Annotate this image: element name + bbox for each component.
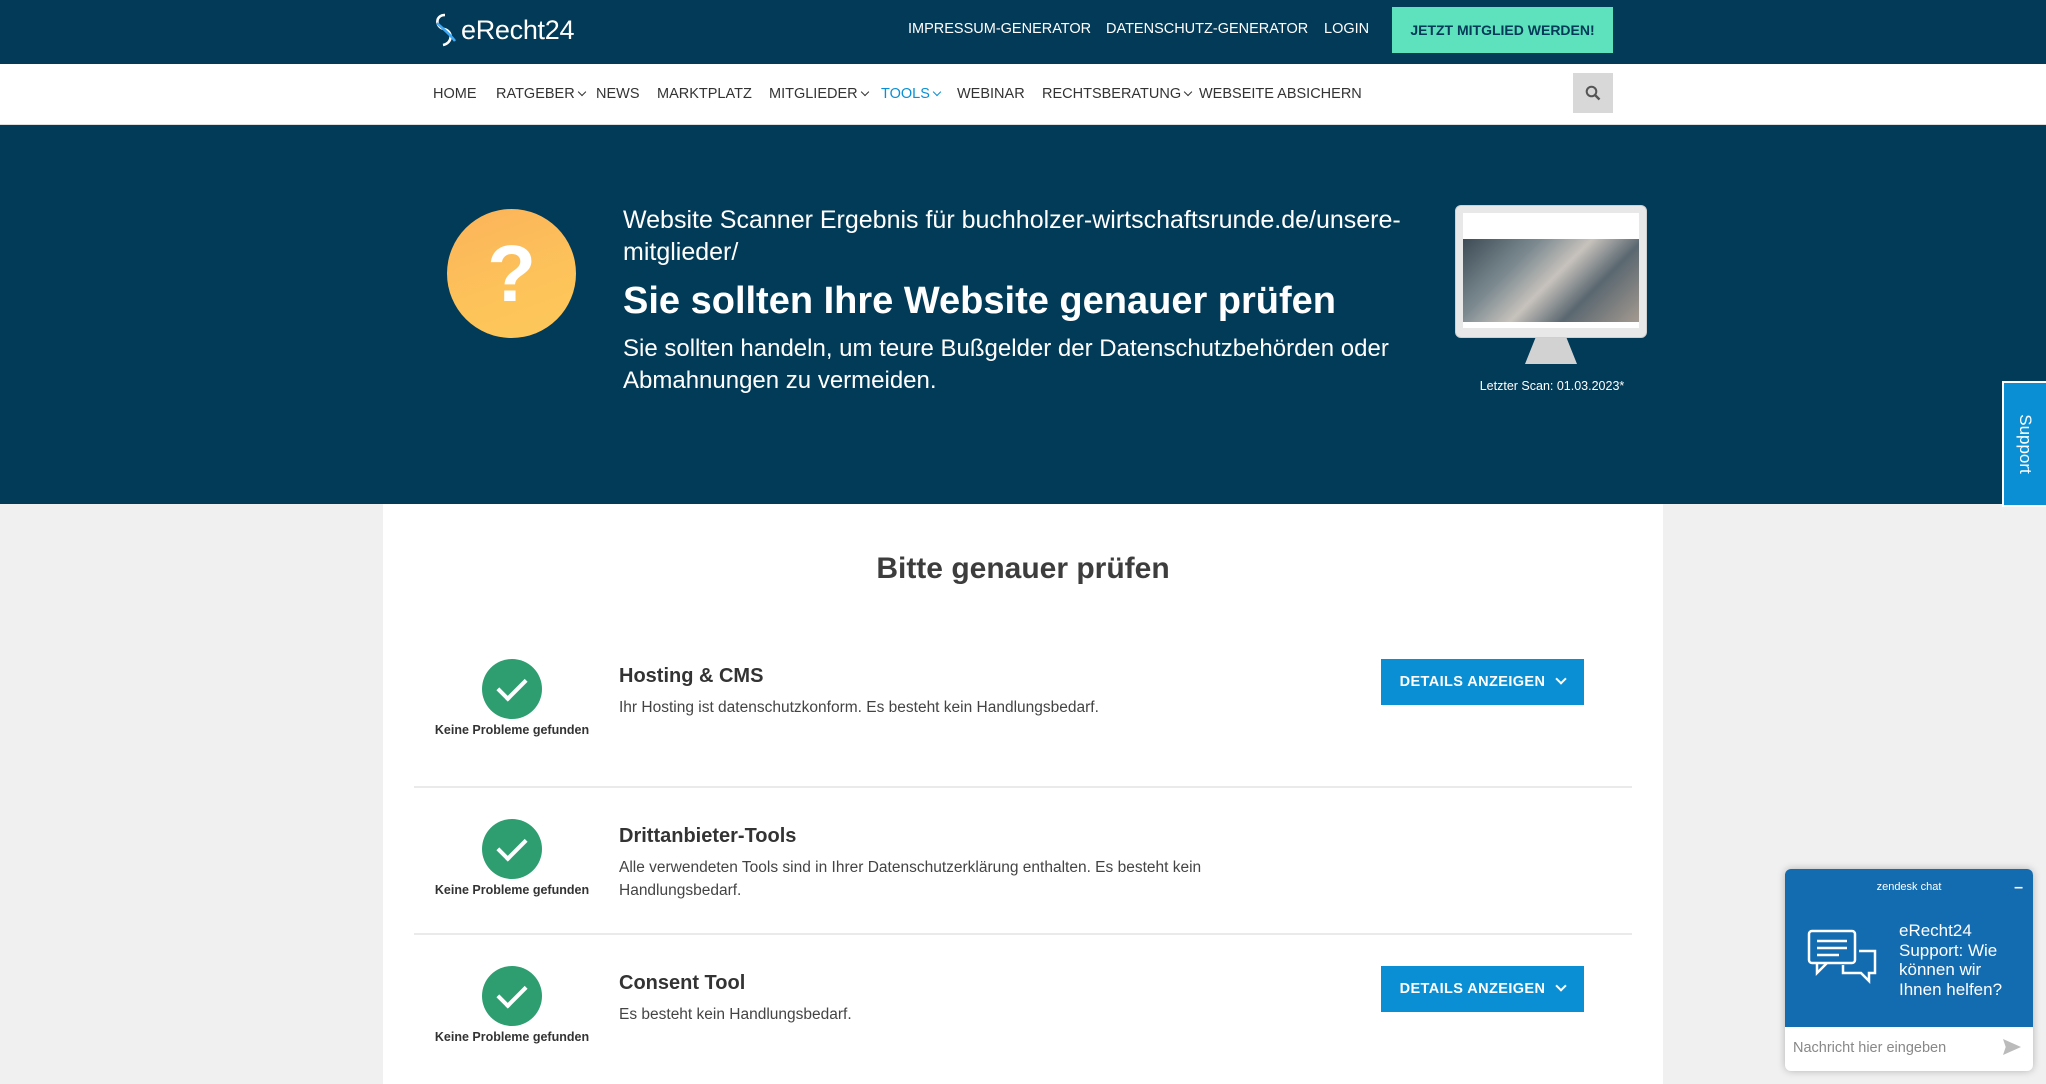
hero-subtitle: Sie sollten handeln, um teure Bußgelder … — [623, 335, 1389, 394]
monitor-screen — [1455, 205, 1647, 338]
nav-item-marktplatz[interactable]: MARKTPLATZ — [657, 86, 752, 102]
nav-label: RECHTSBERATUNG — [1042, 86, 1182, 102]
become-member-button[interactable]: JETZT MITGLIED WERDEN! — [1392, 7, 1613, 53]
results-title: Bitte genauer prüfen — [876, 552, 1170, 585]
row-divider — [414, 933, 1632, 935]
nav-label: TOOLS — [881, 86, 930, 102]
last-scan-date: Letzter Scan: 01.03.2023* — [1479, 379, 1625, 393]
chevron-down-icon — [577, 87, 586, 97]
nav-label: HOME — [433, 86, 477, 102]
top-bar: eRecht24 IMPRESSUM-GENERATOR DATENSCHUTZ… — [0, 0, 2046, 64]
row-description: Es besteht kein Handlungsbedarf. — [619, 1006, 852, 1023]
chevron-down-icon — [1555, 980, 1568, 992]
chat-bubbles-icon — [1807, 929, 1877, 985]
warning-question-icon: ? — [447, 209, 576, 338]
row-description: Alle verwendeten Tools sind in Ihrer Dat… — [619, 859, 1202, 899]
site-thumbnail — [1463, 213, 1639, 328]
send-icon[interactable] — [2003, 1039, 2021, 1055]
nav-item-ratgeber[interactable]: RATGEBER — [496, 86, 586, 102]
details-button-label: DETAILS ANZEIGEN — [1399, 981, 1546, 997]
nav-item-news[interactable]: NEWS — [596, 86, 640, 102]
chevron-down-icon — [1183, 87, 1193, 97]
nav-label: WEBINAR — [957, 86, 1025, 102]
nav-item-home[interactable]: HOME — [433, 86, 477, 102]
nav-item-webseite-absichern[interactable]: WEBSEITE ABSICHERN — [1199, 86, 1362, 102]
status-label: Keine Probleme gefunden — [434, 1030, 590, 1044]
support-tab[interactable]: Support — [2002, 381, 2046, 507]
chat-header: zendesk chat – eRecht24 Support: Wie kön… — [1785, 869, 2033, 1027]
details-button[interactable]: DETAILS ANZEIGEN — [1381, 659, 1584, 705]
scan-url-line: Website Scanner Ergebnis für buchholzer-… — [623, 206, 1401, 266]
datenschutz-generator-link[interactable]: DATENSCHUTZ-GENERATOR — [1106, 21, 1308, 37]
nav-label: NEWS — [596, 86, 640, 102]
search-icon — [1585, 85, 1601, 101]
details-button-label: DETAILS ANZEIGEN — [1399, 674, 1546, 690]
chevron-down-icon — [932, 87, 942, 97]
results-card: Bitte genauer prüfen Keine Probleme gefu… — [383, 504, 1663, 1084]
nav-label: RATGEBER — [496, 86, 575, 102]
logo-text: eRecht24 — [461, 14, 575, 45]
status-label: Keine Probleme gefunden — [434, 883, 590, 897]
row-title: Hosting & CMS — [619, 665, 764, 687]
search-button[interactable] — [1573, 73, 1613, 113]
chat-brand: zendesk chat — [1876, 881, 1942, 893]
chat-message-input[interactable]: Nachricht hier eingeben — [1793, 1040, 1946, 1056]
nav-item-webinar[interactable]: WEBINAR — [957, 86, 1025, 102]
nav-item-mitglieder[interactable]: MITGLIEDER — [769, 86, 869, 102]
chat-greeting: eRecht24 Support: Wie können wir Ihnen h… — [1899, 921, 2003, 999]
nav-item-rechtsberatung[interactable]: RECHTSBERATUNG — [1042, 86, 1193, 102]
login-link[interactable]: LOGIN — [1324, 21, 1369, 37]
scan-result-hero: ? Website Scanner Ergebnis für buchholze… — [0, 125, 2046, 504]
nav-label: WEBSEITE ABSICHERN — [1199, 86, 1362, 102]
row-title: Consent Tool — [619, 972, 746, 994]
thumbnail-photo — [1463, 239, 1639, 322]
monitor-stand — [1525, 338, 1577, 364]
website-screenshot-preview — [1455, 205, 1647, 368]
details-button[interactable]: DETAILS ANZEIGEN — [1381, 966, 1584, 1012]
chevron-down-icon — [1555, 673, 1568, 685]
hero-title: Sie sollten Ihre Website genauer prüfen — [623, 280, 1337, 322]
main-nav: HOME RATGEBER NEWS MARKTPLATZ MITGLIEDER… — [0, 64, 2046, 125]
chevron-down-icon — [860, 87, 869, 97]
check-icon — [482, 659, 542, 719]
check-icon — [482, 966, 542, 1026]
logo-icon — [436, 13, 457, 47]
row-title: Drittanbieter-Tools — [619, 825, 797, 847]
support-tab-label: Support — [2016, 414, 2036, 474]
chat-widget: zendesk chat – eRecht24 Support: Wie kön… — [1785, 869, 2033, 1071]
impressum-generator-link[interactable]: IMPRESSUM-GENERATOR — [908, 21, 1091, 37]
minimize-icon[interactable]: – — [2014, 879, 2023, 897]
logo[interactable]: eRecht24 — [431, 10, 574, 50]
nav-label: MITGLIEDER — [769, 86, 858, 102]
row-divider — [414, 786, 1632, 788]
check-icon — [482, 819, 542, 879]
row-description: Ihr Hosting ist datenschutzkonform. Es b… — [619, 699, 1099, 716]
status-label: Keine Probleme gefunden — [434, 723, 590, 737]
nav-label: MARKTPLATZ — [657, 86, 752, 102]
nav-item-tools[interactable]: TOOLS — [881, 86, 942, 102]
